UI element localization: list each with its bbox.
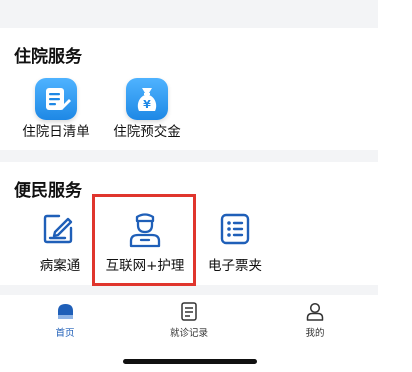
tab-home-label: 首页 xyxy=(55,328,75,339)
record-icon xyxy=(181,302,197,321)
list-icon xyxy=(218,212,252,246)
section-separator xyxy=(0,150,378,162)
edit-document-icon xyxy=(41,212,75,246)
bottom-separator xyxy=(0,285,378,295)
prepayment-label: 住院预交金 xyxy=(113,124,181,140)
svg-text:¥: ¥ xyxy=(143,98,151,111)
inpatient-daily-list-item[interactable]: 住院日清单 xyxy=(20,78,92,140)
e-ticket-label: 电子票夹 xyxy=(208,258,262,274)
profile-icon xyxy=(306,302,324,321)
inpatient-prepayment-item[interactable]: ¥ 住院预交金 xyxy=(109,78,185,140)
money-bag-yen-icon: ¥ xyxy=(126,78,168,120)
tab-records-label: 就诊记录 xyxy=(169,328,208,339)
tab-profile[interactable]: 我的 xyxy=(275,295,355,345)
highlight-box xyxy=(92,194,196,286)
home-icon xyxy=(58,304,73,319)
daily-list-label: 住院日清单 xyxy=(22,124,90,140)
tab-bar: 首页 就诊记录 我的 xyxy=(0,295,378,345)
daily-list-icon xyxy=(35,78,77,120)
section-title-convenience: 便民服务 xyxy=(14,181,82,201)
tab-profile-label: 我的 xyxy=(305,328,325,339)
medical-record-label: 病案通 xyxy=(39,258,81,274)
e-ticket-item[interactable]: 电子票夹 xyxy=(203,212,267,274)
top-separator xyxy=(0,0,378,28)
medical-record-item[interactable]: 病案通 xyxy=(32,212,88,274)
tab-home[interactable]: 首页 xyxy=(25,295,105,345)
tab-records[interactable]: 就诊记录 xyxy=(149,295,229,345)
home-indicator[interactable] xyxy=(123,359,257,364)
section-title-inpatient: 住院服务 xyxy=(14,47,82,67)
